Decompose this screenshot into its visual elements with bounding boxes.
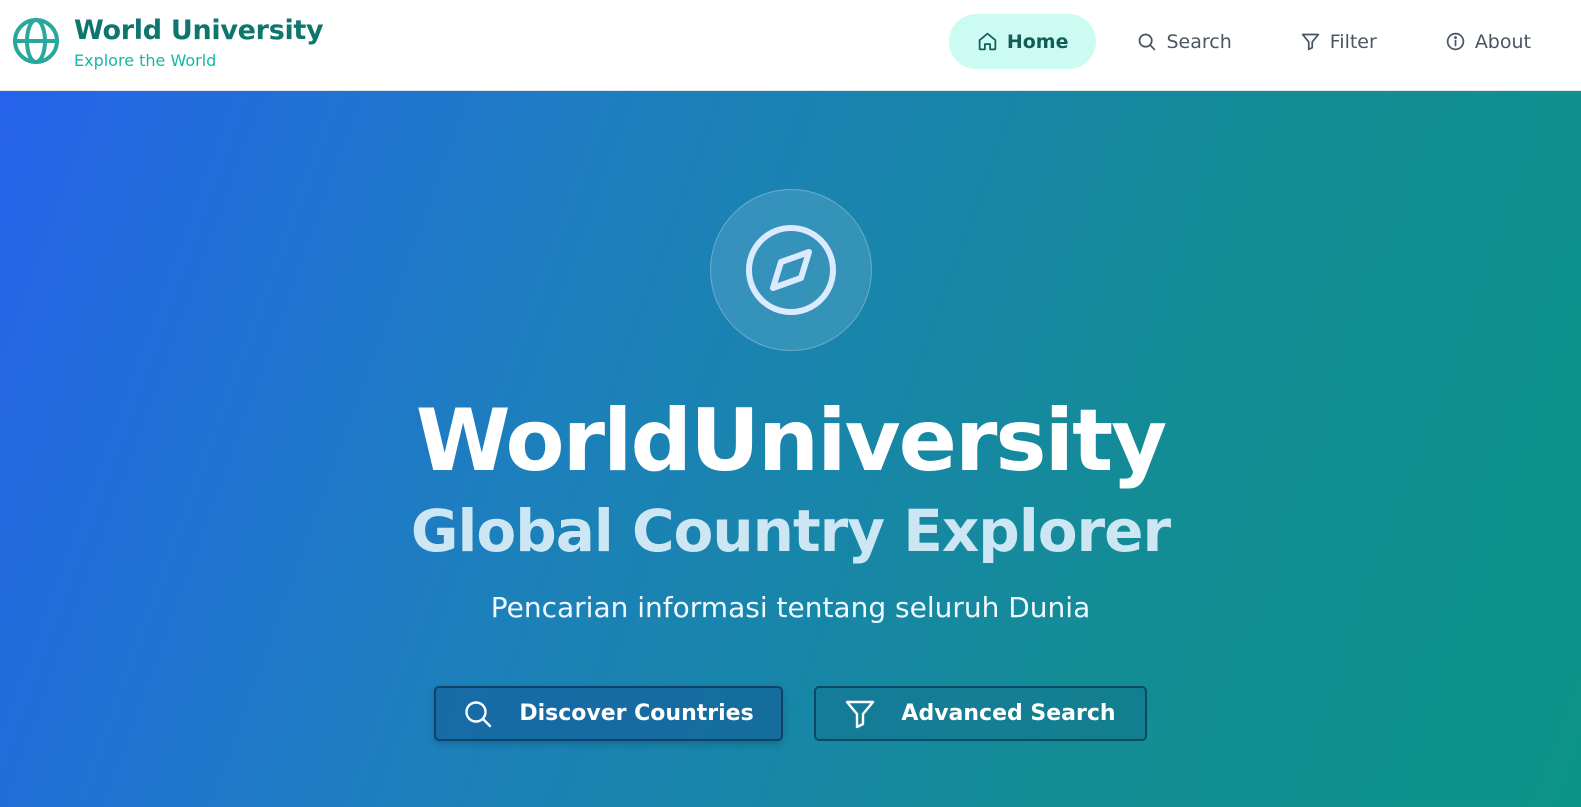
search-icon [465, 700, 492, 727]
brand-subtitle: Explore the World [74, 51, 217, 70]
nav-item-filter[interactable]: Filter [1272, 14, 1405, 69]
advanced-search-button[interactable]: Advanced Search [814, 686, 1147, 741]
home-icon [978, 32, 997, 51]
hero-description: Pencarian informasi tentang seluruh Duni… [490, 591, 1091, 624]
nav-item-label: Home [1006, 30, 1069, 53]
nav-item-about[interactable]: About [1417, 14, 1559, 69]
brand-logo-link[interactable]: World University Explore the World [12, 15, 324, 71]
hero-icon-badge [710, 189, 872, 351]
filter-icon [846, 700, 875, 728]
brand-title: World University [74, 15, 324, 46]
filter-icon [1301, 33, 1319, 51]
nav-item-label: Filter [1329, 30, 1377, 53]
nav-item-label: Search [1166, 30, 1232, 53]
info-icon [1446, 32, 1465, 51]
nav-item-label: About [1474, 30, 1531, 53]
search-icon [1139, 33, 1156, 51]
hero-subtitle: Global Country Explorer [410, 497, 1171, 565]
discover-countries-button[interactable]: Discover Countries [434, 686, 783, 741]
advanced-search-label: Advanced Search [901, 701, 1116, 726]
top-navbar: World University Explore the World Home … [0, 0, 1581, 91]
main-nav: Home Search Filter About [937, 14, 1559, 69]
globe-icon [12, 17, 60, 65]
discover-countries-label: Discover Countries [519, 701, 754, 726]
hero-title: WorldUniversity [415, 391, 1168, 491]
compass-icon [746, 225, 836, 315]
nav-item-home[interactable]: Home [948, 14, 1097, 69]
nav-item-search[interactable]: Search [1108, 14, 1259, 69]
brand-text: World University Explore the World [74, 15, 324, 71]
hero-section: WorldUniversity Global Country Explorer … [0, 91, 1581, 807]
